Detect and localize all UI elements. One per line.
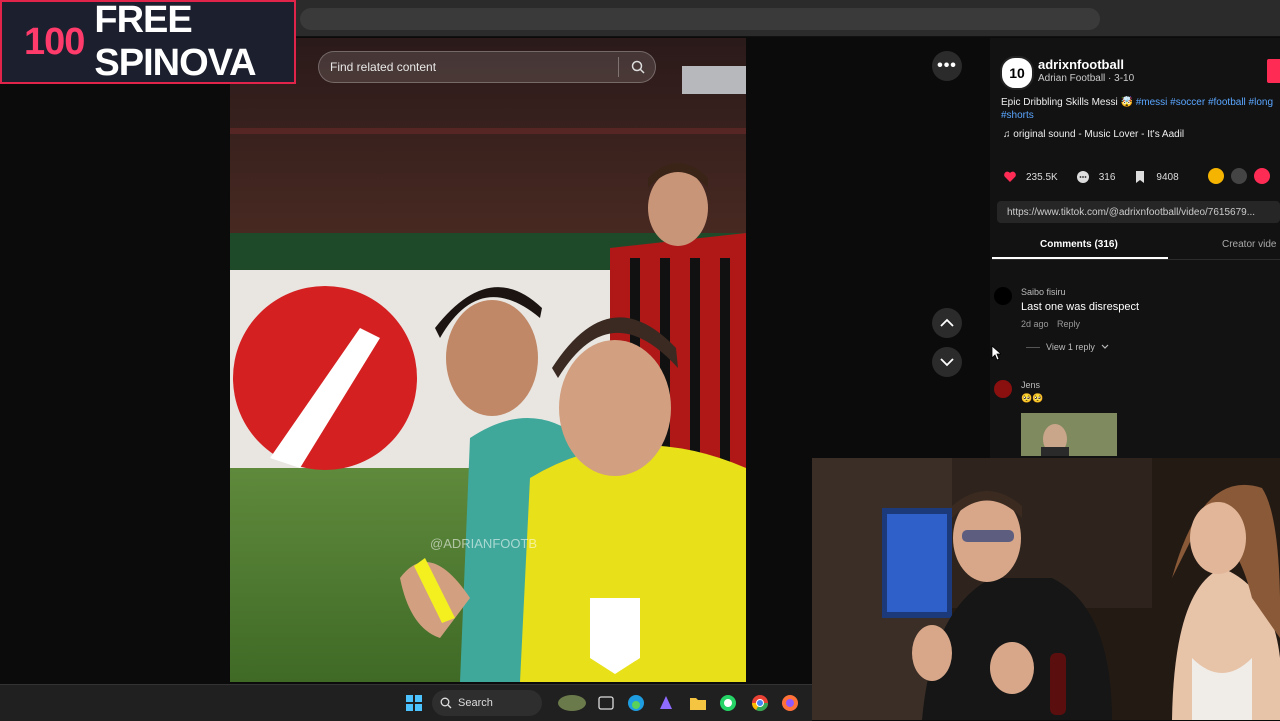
widgets-icon[interactable] xyxy=(556,693,588,713)
comment-meta: 2d ago Reply xyxy=(1021,319,1080,329)
tab-comments[interactable]: Comments (316) xyxy=(1040,239,1118,250)
follow-button[interactable] xyxy=(1267,59,1280,83)
chrome-icon[interactable] xyxy=(750,693,770,713)
comment-text: 🥺🥺 xyxy=(1021,393,1044,403)
firefox-icon[interactable] xyxy=(780,693,800,713)
chevron-up-icon xyxy=(940,318,954,327)
video-frame xyxy=(230,38,746,682)
comment-stat[interactable]: 316 xyxy=(1076,170,1116,184)
more-options-button[interactable]: ••• xyxy=(932,51,962,81)
windows-logo-icon xyxy=(406,695,422,711)
comment-avatar[interactable] xyxy=(994,380,1012,398)
video-url-field[interactable]: https://www.tiktok.com/@adrixnfootball/v… xyxy=(997,201,1280,223)
search-icon[interactable] xyxy=(631,60,645,77)
reply-button[interactable]: Reply xyxy=(1057,319,1080,329)
more-dots-icon: ••• xyxy=(937,57,957,74)
copilot-icon[interactable] xyxy=(656,693,676,713)
view-replies-label: View 1 reply xyxy=(1046,342,1095,352)
comment-username[interactable]: Jens xyxy=(1021,380,1040,390)
bookmark-icon xyxy=(1136,171,1145,183)
video-description: Epic Dribbling Skills Messi 🤯 #messi #so… xyxy=(1001,96,1280,122)
start-button[interactable] xyxy=(404,693,424,713)
windows-taskbar: Search xyxy=(0,684,812,721)
previous-video-button[interactable] xyxy=(932,308,962,338)
share-coin-icon[interactable] xyxy=(1208,168,1224,184)
chevron-down-icon xyxy=(940,358,954,367)
related-content-search[interactable]: Find related content xyxy=(318,51,656,83)
comment-image[interactable] xyxy=(1021,413,1117,456)
author-avatar[interactable]: 10 xyxy=(1000,56,1034,90)
save-stat[interactable]: 9408 xyxy=(1133,170,1179,184)
embed-code-icon[interactable] xyxy=(1231,168,1247,184)
webcam-frame xyxy=(812,458,1280,720)
search-divider xyxy=(618,57,619,77)
video-player[interactable]: @ADRIANFOOTB xyxy=(230,38,746,682)
like-stat[interactable]: 235.5K xyxy=(1003,170,1058,184)
next-video-button[interactable] xyxy=(932,347,962,377)
promo-number: 100 xyxy=(24,20,85,63)
save-count: 9408 xyxy=(1156,171,1179,183)
comment-age: 2d ago xyxy=(1021,319,1049,329)
promo-text: FREE SPINOVA xyxy=(94,0,256,84)
author-subtitle: Adrian Football · 3-10 xyxy=(1038,73,1135,84)
sound-link[interactable]: ♫ original sound - Music Lover - It's Aa… xyxy=(1003,129,1184,140)
comment-text: Last one was disrespect xyxy=(1021,301,1140,313)
description-text: Epic Dribbling Skills Messi 🤯 xyxy=(1001,97,1133,108)
taskbar-search[interactable]: Search xyxy=(432,690,542,716)
file-explorer-icon[interactable] xyxy=(688,693,708,713)
comment-avatar[interactable] xyxy=(994,287,1012,305)
share-icons xyxy=(1208,168,1270,184)
author-username[interactable]: adrixnfootball xyxy=(1038,57,1124,72)
task-view-icon[interactable] xyxy=(596,693,616,713)
promo-overlay-banner: 100 FREE SPINOVA xyxy=(0,0,296,84)
reply-line xyxy=(1026,346,1040,348)
view-replies-button[interactable]: View 1 reply xyxy=(1026,342,1109,352)
whatsapp-icon[interactable] xyxy=(718,693,738,713)
search-icon xyxy=(440,697,452,712)
engagement-stats: 235.5K 316 9408 xyxy=(1003,168,1197,186)
video-watermark: @ADRIANFOOTB xyxy=(430,536,538,551)
webcam-overlay xyxy=(812,458,1280,720)
active-tab-indicator xyxy=(992,257,1168,259)
tab-creator-videos[interactable]: Creator vide xyxy=(1222,239,1276,250)
like-count: 235.5K xyxy=(1026,171,1058,183)
edge-browser-icon[interactable] xyxy=(626,693,646,713)
taskbar-search-label: Search xyxy=(458,697,493,709)
comment-count: 316 xyxy=(1098,171,1116,183)
comment-icon xyxy=(1076,171,1089,183)
search-placeholder: Find related content xyxy=(330,60,437,74)
comment-username[interactable]: Saibo fisiru xyxy=(1021,287,1066,297)
share-send-icon[interactable] xyxy=(1254,168,1270,184)
mouse-cursor-icon xyxy=(991,345,1001,361)
panel-tabs: Comments (316) Creator vide xyxy=(992,233,1280,260)
heart-icon xyxy=(1004,171,1016,182)
chevron-down-icon xyxy=(1101,344,1109,349)
tab-strip[interactable] xyxy=(300,8,1100,30)
